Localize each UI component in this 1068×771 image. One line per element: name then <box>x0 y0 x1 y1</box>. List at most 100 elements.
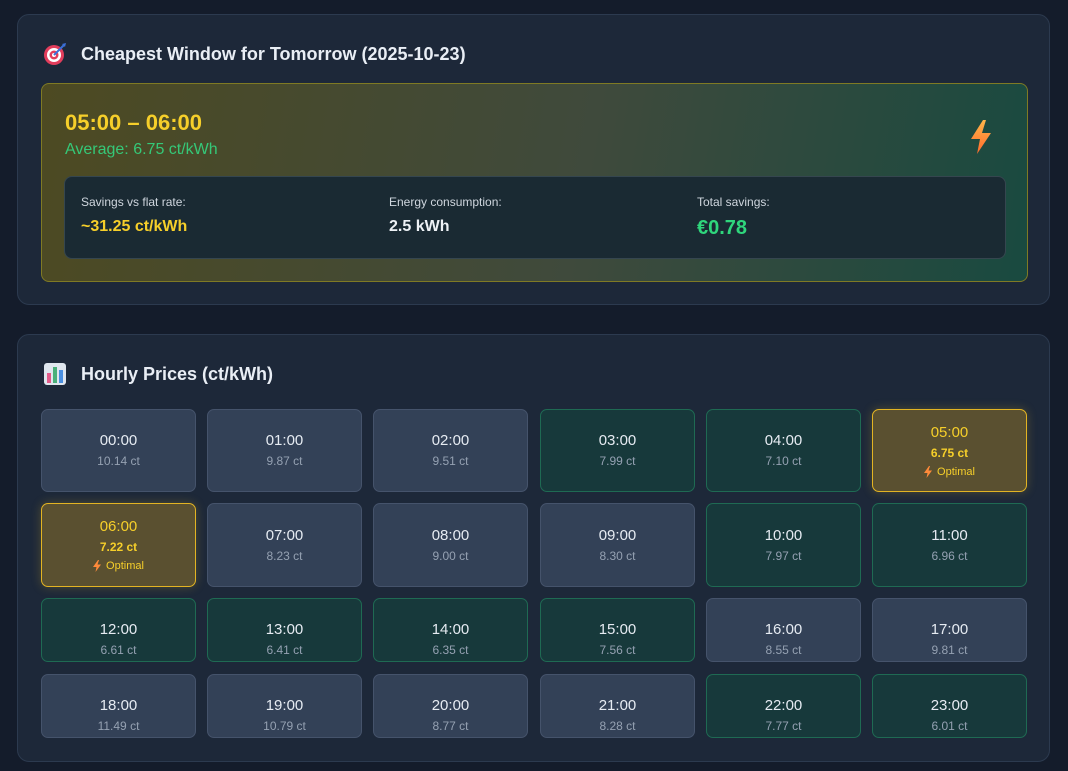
hour-price: 6.01 ct <box>931 719 968 733</box>
hour-price: 8.23 ct <box>266 549 303 563</box>
hour-price: 9.81 ct <box>931 643 968 657</box>
hour-time: 11:00 <box>931 527 968 544</box>
stat-label: Total savings: <box>697 195 770 209</box>
optimal-label: Optimal <box>937 466 975 478</box>
hour-price: 6.41 ct <box>266 643 303 657</box>
hour-price: 9.87 ct <box>266 454 303 468</box>
hour-time: 18:00 <box>99 697 138 714</box>
cheapest-window-banner: 05:00 – 06:00 Average: 6.75 ct/kWh Savin… <box>41 83 1028 282</box>
lightning-icon <box>971 120 991 154</box>
hour-price: 11.49 ct <box>97 719 140 733</box>
hour-price: 7.22 ct <box>99 540 138 554</box>
hour-price: 7.10 ct <box>765 454 802 468</box>
hour-price: 6.35 ct <box>432 643 469 657</box>
hour-price-tile[interactable]: 16:00 8.55 ct <box>706 598 861 662</box>
hour-price-tile[interactable]: 19:00 10.79 ct <box>207 674 362 738</box>
hour-price-tile[interactable]: 21:00 8.28 ct <box>540 674 695 738</box>
hour-price-tile[interactable]: 14:00 6.35 ct <box>373 598 528 662</box>
stat-value: ~31.25 ct/kWh <box>81 218 188 235</box>
hour-price: 10.14 ct <box>97 454 140 468</box>
hour-price: 7.56 ct <box>599 643 636 657</box>
hour-price-tile[interactable]: 02:00 9.51 ct <box>373 409 528 492</box>
hour-price-tile[interactable]: 23:00 6.01 ct <box>872 674 1027 738</box>
hour-price: 8.28 ct <box>599 719 636 733</box>
hour-time: 17:00 <box>930 621 969 638</box>
cheapest-window-heading: Cheapest Window for Tomorrow (2025-10-23… <box>43 42 466 66</box>
stat-label: Energy consumption: <box>389 195 502 209</box>
hour-time: 02:00 <box>431 432 470 449</box>
hour-price-tile[interactable]: 17:00 9.81 ct <box>872 598 1027 662</box>
hour-time: 22:00 <box>764 697 803 714</box>
hour-price: 9.51 ct <box>432 454 469 468</box>
hour-price-tile[interactable]: 18:00 11.49 ct <box>41 674 196 738</box>
hourly-prices-card: Hourly Prices (ct/kWh) 00:00 10.14 ct 01:0… <box>17 334 1050 762</box>
savings-stats-panel: Savings vs flat rate: ~31.25 ct/kWh Ener… <box>64 176 1006 259</box>
stat-label: Savings vs flat rate: <box>81 195 186 209</box>
hour-time: 23:00 <box>930 697 969 714</box>
stat-value: 2.5 kWh <box>389 218 450 235</box>
hour-time: 10:00 <box>764 527 803 544</box>
hour-price-tile[interactable]: 03:00 7.99 ct <box>540 409 695 492</box>
stat-energy-consumption: Energy consumption: 2.5 kWh <box>389 195 502 236</box>
hour-price-tile[interactable]: 15:00 7.56 ct <box>540 598 695 662</box>
hour-price: 8.30 ct <box>599 549 636 563</box>
window-average-price: Average: 6.75 ct/kWh <box>65 141 218 158</box>
hour-price-tile[interactable]: 00:00 10.14 ct <box>41 409 196 492</box>
hour-price: 8.55 ct <box>765 643 802 657</box>
hour-price-tile[interactable]: 20:00 8.77 ct <box>373 674 528 738</box>
stat-savings-vs-flat: Savings vs flat rate: ~31.25 ct/kWh <box>81 195 187 236</box>
hourly-prices-heading: Hourly Prices (ct/kWh) <box>43 362 273 386</box>
hour-time: 07:00 <box>265 527 304 544</box>
cheapest-window-title: Cheapest Window for Tomorrow (2025-10-23… <box>81 43 466 64</box>
hour-time: 03:00 <box>598 432 637 449</box>
hour-time: 21:00 <box>598 697 637 714</box>
cheapest-window-card: Cheapest Window for Tomorrow (2025-10-23… <box>17 14 1050 305</box>
optimal-badge: Optimal <box>873 466 1026 478</box>
hour-time: 15:00 <box>598 621 637 638</box>
hour-time: 04:00 <box>764 432 803 449</box>
hour-price: 7.97 ct <box>765 549 802 563</box>
optimal-label: Optimal <box>106 560 144 572</box>
hour-price: 7.99 ct <box>599 454 636 468</box>
hour-price-tile[interactable]: 12:00 6.61 ct <box>41 598 196 662</box>
hour-time: 16:00 <box>764 621 803 638</box>
hour-price-tile[interactable]: 13:00 6.41 ct <box>207 598 362 662</box>
hour-time: 09:00 <box>598 527 637 544</box>
hour-price-tile[interactable]: 01:00 9.87 ct <box>207 409 362 492</box>
hour-time: 19:00 <box>265 697 304 714</box>
hour-price-tile[interactable]: 09:00 8.30 ct <box>540 503 695 587</box>
hour-time: 06:00 <box>99 518 138 535</box>
hour-price: 7.77 ct <box>765 719 802 733</box>
hour-price-tile[interactable]: 05:00 6.75 ct Optimal <box>872 409 1027 492</box>
hour-price: 10.79 ct <box>263 719 306 733</box>
hour-price-tile[interactable]: 11:00 6.96 ct <box>872 503 1027 587</box>
stat-total-savings: Total savings: €0.78 <box>697 195 770 240</box>
hour-price: 6.96 ct <box>931 549 968 563</box>
hour-price: 8.77 ct <box>432 719 469 733</box>
hour-price-tile[interactable]: 06:00 7.22 ct Optimal <box>41 503 196 587</box>
hour-time: 13:00 <box>265 621 304 638</box>
bar-chart-icon <box>44 363 66 385</box>
stat-value: €0.78 <box>697 217 748 239</box>
hour-time: 01:00 <box>265 432 304 449</box>
lightning-icon <box>93 560 102 572</box>
window-time-range: 05:00 – 06:00 <box>65 110 202 135</box>
optimal-badge: Optimal <box>42 560 195 572</box>
hour-time: 08:00 <box>431 527 470 544</box>
hour-price-tile[interactable]: 07:00 8.23 ct <box>207 503 362 587</box>
target-icon <box>44 43 66 65</box>
hour-price: 6.75 ct <box>930 446 969 460</box>
hour-time: 05:00 <box>930 424 969 441</box>
hour-price-tile[interactable]: 04:00 7.10 ct <box>706 409 861 492</box>
hour-price: 6.61 ct <box>100 643 137 657</box>
hour-time: 14:00 <box>431 621 470 638</box>
lightning-icon <box>924 466 933 478</box>
hour-price-tile[interactable]: 08:00 9.00 ct <box>373 503 528 587</box>
hour-price-tile[interactable]: 22:00 7.77 ct <box>706 674 861 738</box>
hour-time: 00:00 <box>99 432 138 449</box>
hour-price: 9.00 ct <box>432 549 469 563</box>
hour-time: 12:00 <box>99 621 138 638</box>
hour-price-tile[interactable]: 10:00 7.97 ct <box>706 503 861 587</box>
hourly-prices-title: Hourly Prices (ct/kWh) <box>81 363 274 384</box>
hour-time: 20:00 <box>431 697 470 714</box>
